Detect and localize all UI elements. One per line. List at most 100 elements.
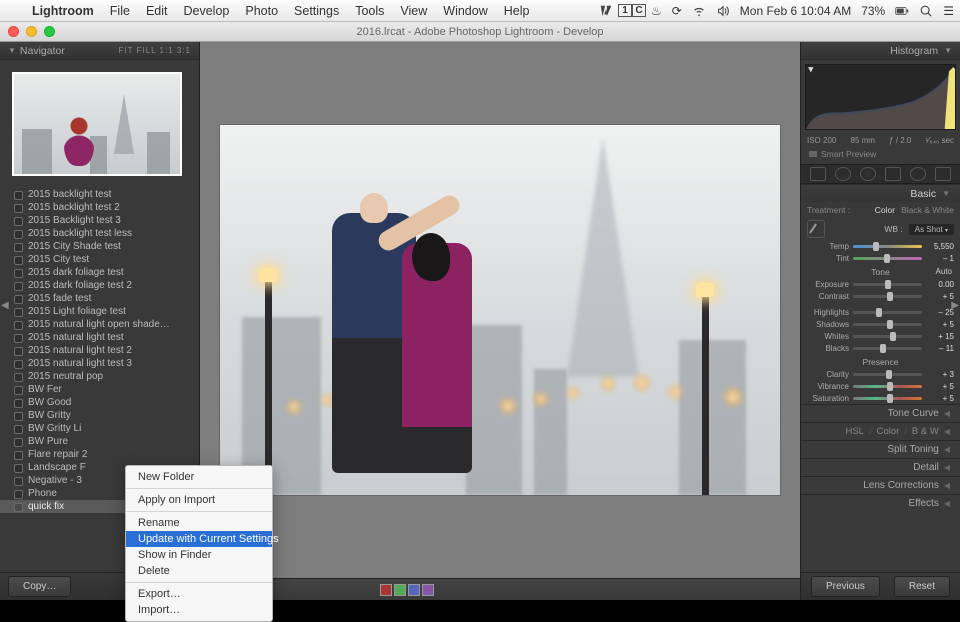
sys-wifi-icon[interactable] [687,4,711,18]
sys-battery-icon[interactable] [890,4,914,18]
previous-button[interactable]: Previous [811,576,880,597]
sys-sync-icon[interactable]: ⟳ [667,4,687,18]
color-label-purple[interactable] [422,584,434,596]
wb-eyedropper-icon[interactable] [807,220,825,238]
preset-item[interactable]: 2015 backlight test less [0,227,199,240]
treatment-bw[interactable]: Black & White [901,205,954,215]
preset-item[interactable]: 2015 backlight test [0,188,199,201]
menu-settings[interactable]: Settings [286,4,347,18]
preset-item[interactable]: 2015 dark foliage test [0,266,199,279]
lens-corrections-section[interactable]: Lens Corrections◀ [801,476,960,494]
ctx-rename[interactable]: Rename [126,515,272,531]
menu-develop[interactable]: Develop [176,4,238,18]
basic-section-header[interactable]: Basic▼ [801,184,960,202]
window-traffic-lights[interactable] [8,26,55,37]
menu-file[interactable]: File [102,4,138,18]
tone-curve-section[interactable]: Tone Curve◀ [801,404,960,422]
preset-item[interactable]: 2015 neutral pop [0,370,199,383]
menu-tools[interactable]: Tools [347,4,392,18]
sys-clock[interactable]: Mon Feb 6 10:04 AM [735,4,856,18]
preset-item[interactable]: 2015 Backlight test 3 [0,214,199,227]
ctx-apply-on-import[interactable]: Apply on Import [126,492,272,508]
detail-section[interactable]: Detail◀ [801,458,960,476]
menu-photo[interactable]: Photo [237,4,286,18]
preset-item[interactable]: 2015 fade test [0,292,199,305]
blacks-slider[interactable]: Blacks– 11 [801,342,960,354]
preset-item[interactable]: 2015 natural light test [0,331,199,344]
color-label-green[interactable] [394,584,406,596]
effects-section[interactable]: Effects◀ [801,494,960,512]
hsl-section[interactable]: HSL/Color/B & W◀ [801,422,960,440]
preset-item[interactable]: BW Good [0,396,199,409]
navigator-thumbnail[interactable] [12,72,182,176]
temp-slider[interactable]: Temp5,550 [801,240,960,252]
preset-item[interactable]: 2015 natural light test 2 [0,344,199,357]
ctx-new-folder[interactable]: New Folder [126,469,272,485]
ctx-update-current-settings[interactable]: Update with Current Settings [126,531,272,547]
ctx-import[interactable]: Import… [126,602,272,618]
sys-one-icon[interactable]: 1 [618,4,632,17]
clarity-slider[interactable]: Clarity+ 3 [801,368,960,380]
redeye-tool-icon[interactable] [860,167,876,181]
ctx-delete[interactable]: Delete [126,563,272,579]
preset-item[interactable]: 2015 City test [0,253,199,266]
sys-backblaze-icon[interactable]: ♨ [646,4,667,18]
radial-filter-icon[interactable] [910,167,926,181]
preset-item[interactable]: BW Gritty Li [0,422,199,435]
exposure-slider[interactable]: Exposure0.00 [801,278,960,290]
color-label-red[interactable] [380,584,392,596]
grad-filter-icon[interactable] [885,167,901,181]
preset-item[interactable]: 2015 Light foliage test [0,305,199,318]
preset-item[interactable]: BW Pure [0,435,199,448]
shadows-slider[interactable]: Shadows+ 5 [801,318,960,330]
sys-volume-icon[interactable] [711,4,735,18]
preset-item[interactable]: BW Fer [0,383,199,396]
ctx-show-in-finder[interactable]: Show in Finder [126,547,272,563]
photo-preview[interactable] [220,125,780,495]
canvas-area[interactable] [200,42,800,578]
navigator-zoom-options[interactable]: FIT FILL 1:1 3:1 [119,46,191,55]
histogram-header[interactable]: Histogram ▼ [801,42,960,60]
vibrance-slider[interactable]: Vibrance+ 5 [801,380,960,392]
menu-edit[interactable]: Edit [138,4,176,18]
auto-tone-button[interactable]: Auto [936,267,952,276]
highlights-slider[interactable]: Highlights– 25 [801,306,960,318]
wb-picker[interactable]: As Shot ▾ [909,224,954,235]
reset-button[interactable]: Reset [894,576,950,597]
menu-window[interactable]: Window [435,4,495,18]
sys-adobe-icon[interactable] [594,4,618,18]
sys-spotlight-icon[interactable] [914,4,938,18]
expand-left-icon[interactable]: ◀ [1,300,9,311]
expand-right-icon[interactable]: ▶ [951,300,959,311]
close-icon[interactable] [8,26,19,37]
menu-help[interactable]: Help [496,4,538,18]
sys-notification-icon[interactable]: ☰ [938,4,960,18]
tint-slider[interactable]: Tint– 1 [801,252,960,264]
menubar-app-name[interactable]: Lightroom [24,4,102,18]
disclosure-triangle-icon[interactable]: ▼ [8,46,16,55]
window-titlebar[interactable]: 2016.lrcat - Adobe Photoshop Lightroom -… [0,22,960,42]
preset-item[interactable]: 2015 natural light open shade… [0,318,199,331]
color-label-blue[interactable] [408,584,420,596]
disclosure-triangle-icon[interactable]: ▼ [944,46,952,55]
sys-battery-percent[interactable]: 73% [856,4,890,18]
maximize-icon[interactable] [44,26,55,37]
spot-tool-icon[interactable] [835,167,851,181]
preset-item[interactable]: 2015 dark foliage test 2 [0,279,199,292]
histogram-graph[interactable] [805,64,956,130]
copy-button[interactable]: Copy… [8,576,71,597]
sys-cc-icon[interactable]: C [632,4,646,17]
brush-tool-icon[interactable] [935,167,951,181]
preset-item[interactable]: 2015 backlight test 2 [0,201,199,214]
crop-tool-icon[interactable] [810,167,826,181]
whites-slider[interactable]: Whites+ 15 [801,330,960,342]
treatment-color[interactable]: Color [875,205,895,215]
preset-item[interactable]: 2015 natural light test 3 [0,357,199,370]
preset-item[interactable]: BW Gritty [0,409,199,422]
navigator-header[interactable]: ▼ Navigator FIT FILL 1:1 3:1 [0,42,199,60]
contrast-slider[interactable]: Contrast+ 5 [801,290,960,302]
preset-item[interactable]: 2015 City Shade test [0,240,199,253]
saturation-slider[interactable]: Saturation+ 5 [801,392,960,404]
menu-view[interactable]: View [392,4,435,18]
minimize-icon[interactable] [26,26,37,37]
